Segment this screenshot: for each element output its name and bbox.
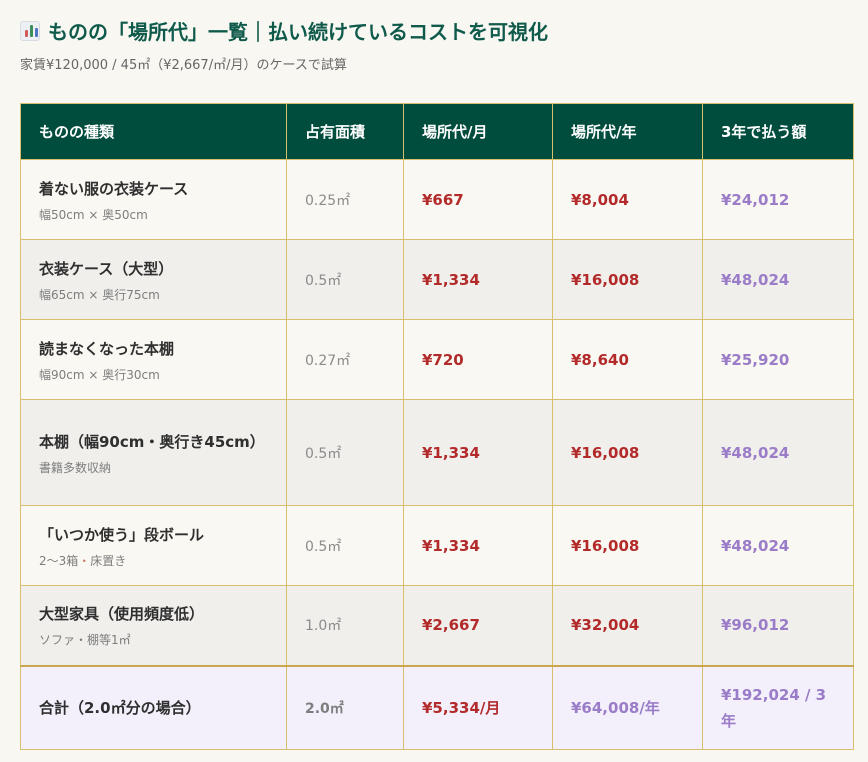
item-note: 書籍多数収納 [39,460,112,475]
area-cell: 0.5㎡ [286,505,404,586]
area-cell: 0.25㎡ [286,159,404,240]
column-header-monthly: 場所代/月 [403,103,553,160]
yearly-cost-cell: ¥32,004 [552,585,703,666]
item-cell: 読まなくなった本棚 幅90cm × 奥行30cm [20,319,287,400]
monthly-cost-cell: ¥1,334 [403,505,553,586]
table-header: ものの種類 占有面積 場所代/月 場所代/年 3年で払う額 [20,103,854,160]
column-header-area: 占有面積 [286,103,404,160]
table-row: 読まなくなった本棚 幅90cm × 奥行30cm 0.27㎡ ¥720 ¥8,6… [20,319,854,400]
table-row: 衣装ケース（大型） 幅65cm × 奥行75cm 0.5㎡ ¥1,334 ¥16… [20,239,854,320]
page-title-text: ものの「場所代」一覧｜払い続けているコストを可視化 [48,20,548,44]
column-header-three-years: 3年で払う額 [702,103,854,160]
item-cell: 本棚（幅90cm・奥行き45cm） 書籍多数収納 [20,399,287,506]
total-area-cell: 2.0㎡ [286,664,404,750]
total-three-year-cell: ¥192,024 / 3年 [702,664,854,750]
bar-chart-icon [20,20,40,41]
item-name: 大型家具（使用頻度低） [39,605,205,624]
total-row: 合計（2.0㎡分の場合） 2.0㎡ ¥5,334/月 ¥64,008/年 ¥19… [20,664,854,750]
cost-table: ものの種類 占有面積 場所代/月 場所代/年 3年で払う額 着ない服の衣装ケース… [20,103,854,750]
page-title: ものの「場所代」一覧｜払い続けているコストを可視化 [20,16,548,45]
table-row: 着ない服の衣装ケース 幅50cm × 奥50cm 0.25㎡ ¥667 ¥8,0… [20,159,854,240]
item-note: 2〜3箱・床置き [39,552,268,569]
item-note: ソファ・棚等1㎡ [39,633,131,648]
table-row: 大型家具（使用頻度低） ソファ・棚等1㎡ 1.0㎡ ¥2,667 ¥32,004… [20,585,854,666]
item-name: 「いつか使う」段ボール [39,525,205,544]
three-year-cost-cell: ¥25,920 [702,319,854,400]
column-header-item-type: ものの種類 [20,103,287,160]
item-cell: 衣装ケース（大型） 幅65cm × 奥行75cm [20,239,287,320]
item-note-quantity: 2〜3箱 [39,553,79,568]
item-note: 幅50cm × 奥50cm [39,207,148,222]
item-name: 着ない服の衣装ケース [39,179,189,198]
monthly-cost-cell: ¥720 [403,319,553,400]
area-cell: 0.5㎡ [286,239,404,320]
yearly-cost-cell: ¥16,008 [552,239,703,320]
three-year-cost-cell: ¥96,012 [702,585,854,666]
column-header-yearly: 場所代/年 [552,103,703,160]
item-note: 幅65cm × 奥行75cm [39,287,160,302]
table-row: 「いつか使う」段ボール 2〜3箱・床置き 0.5㎡ ¥1,334 ¥16,008… [20,505,854,586]
area-cell: 0.5㎡ [286,399,404,506]
area-cell: 0.27㎡ [286,319,404,400]
item-name: 本棚（幅90cm・奥行き45cm） [39,432,265,451]
monthly-cost-cell: ¥1,334 [403,239,553,320]
header-row: ものの種類 占有面積 場所代/月 場所代/年 3年で払う額 [20,103,854,160]
item-name: 読まなくなった本棚 [39,339,175,358]
yearly-cost-cell: ¥8,640 [552,319,703,400]
item-note-separator: ・ [78,553,91,568]
item-cell: 着ない服の衣装ケース 幅50cm × 奥50cm [20,159,287,240]
yearly-cost-cell: ¥16,008 [552,399,703,506]
three-year-cost-cell: ¥48,024 [702,505,854,586]
total-label: 合計（2.0㎡分の場合） [20,664,287,750]
monthly-cost-cell: ¥667 [403,159,553,240]
page-subtitle: 家賃¥120,000 / 45㎡（¥2,667/㎡/月）のケースで試算 [20,58,347,73]
three-year-cost-cell: ¥24,012 [702,159,854,240]
yearly-cost-cell: ¥16,008 [552,505,703,586]
item-name: 衣装ケース（大型） [39,259,174,278]
table-row: 本棚（幅90cm・奥行き45cm） 書籍多数収納 0.5㎡ ¥1,334 ¥16… [20,399,854,506]
item-cell: 「いつか使う」段ボール 2〜3箱・床置き [20,505,287,586]
item-note-placement: 床置き [90,553,127,568]
item-note: 幅90cm × 奥行30cm [39,367,160,382]
total-yearly-cell: ¥64,008/年 [552,664,703,750]
monthly-cost-cell: ¥2,667 [403,585,553,666]
yearly-cost-cell: ¥8,004 [552,159,703,240]
three-year-cost-cell: ¥48,024 [702,399,854,506]
monthly-cost-cell: ¥1,334 [403,399,553,506]
area-cell: 1.0㎡ [286,585,404,666]
three-year-cost-cell: ¥48,024 [702,239,854,320]
total-monthly-cell: ¥5,334/月 [403,664,553,750]
item-cell: 大型家具（使用頻度低） ソファ・棚等1㎡ [20,585,287,666]
